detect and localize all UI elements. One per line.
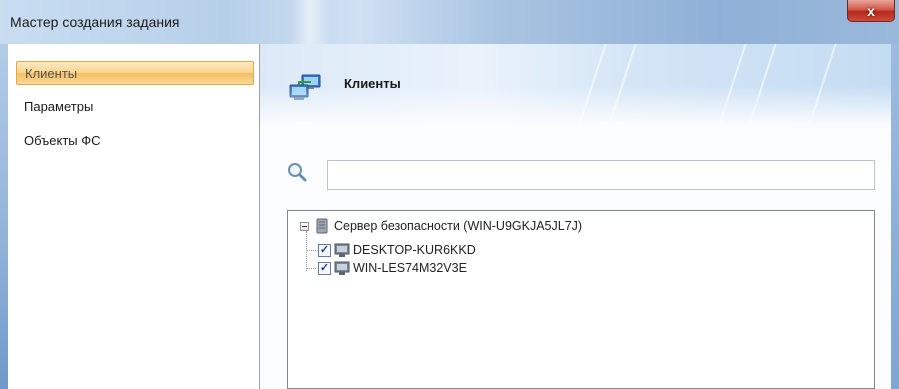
nav-item-parameters[interactable]: Параметры	[16, 95, 254, 119]
window-title: Мастер создания задания	[10, 14, 180, 30]
client-checkbox[interactable]: ✓	[318, 243, 331, 257]
tree-node-label: Сервер безопасности (WIN-U9GKJA5JL7J)	[334, 219, 583, 233]
nav-item-clients[interactable]: Клиенты	[16, 61, 254, 85]
header-band: Клиенты	[260, 44, 891, 126]
close-icon: x	[867, 2, 875, 19]
close-button[interactable]: x	[847, 0, 895, 22]
content-panel: Клиенты Сервер безопасности (WIN-U9GKJA5…	[260, 44, 891, 389]
nav-item-label: Клиенты	[25, 66, 78, 81]
computer-icon	[334, 243, 350, 257]
search-icon	[288, 163, 307, 182]
nav-item-label: Параметры	[24, 99, 94, 114]
tree-node-client[interactable]: ✓ WIN-LES74M32V3E	[318, 259, 467, 277]
network-computers-icon	[289, 74, 321, 100]
wizard-nav: Клиенты Параметры Объекты ФС	[8, 44, 260, 389]
tree-node-label: WIN-LES74M32V3E	[353, 261, 467, 275]
client-checkbox[interactable]: ✓	[318, 261, 331, 275]
window-frame-left	[0, 44, 8, 389]
window-frame-right	[891, 44, 899, 389]
tree-node-label: DESKTOP-KUR6KKD	[353, 243, 476, 257]
tree-node-server[interactable]: Сервер безопасности (WIN-U9GKJA5JL7J)	[300, 217, 582, 235]
tree-node-client[interactable]: ✓ DESKTOP-KUR6KKD	[318, 241, 476, 259]
clients-tree: Сервер безопасности (WIN-U9GKJA5JL7J) ✓ …	[287, 210, 875, 389]
nav-item-fs-objects[interactable]: Объекты ФС	[16, 129, 254, 153]
title-bar: Мастер создания задания x	[0, 0, 899, 45]
collapse-toggle[interactable]	[300, 221, 309, 231]
server-icon	[316, 218, 328, 234]
page-title: Клиенты	[344, 76, 401, 91]
title-bar-highlight	[290, 0, 330, 44]
search-input[interactable]	[327, 160, 875, 190]
nav-item-label: Объекты ФС	[24, 133, 101, 148]
computer-icon	[334, 261, 350, 275]
